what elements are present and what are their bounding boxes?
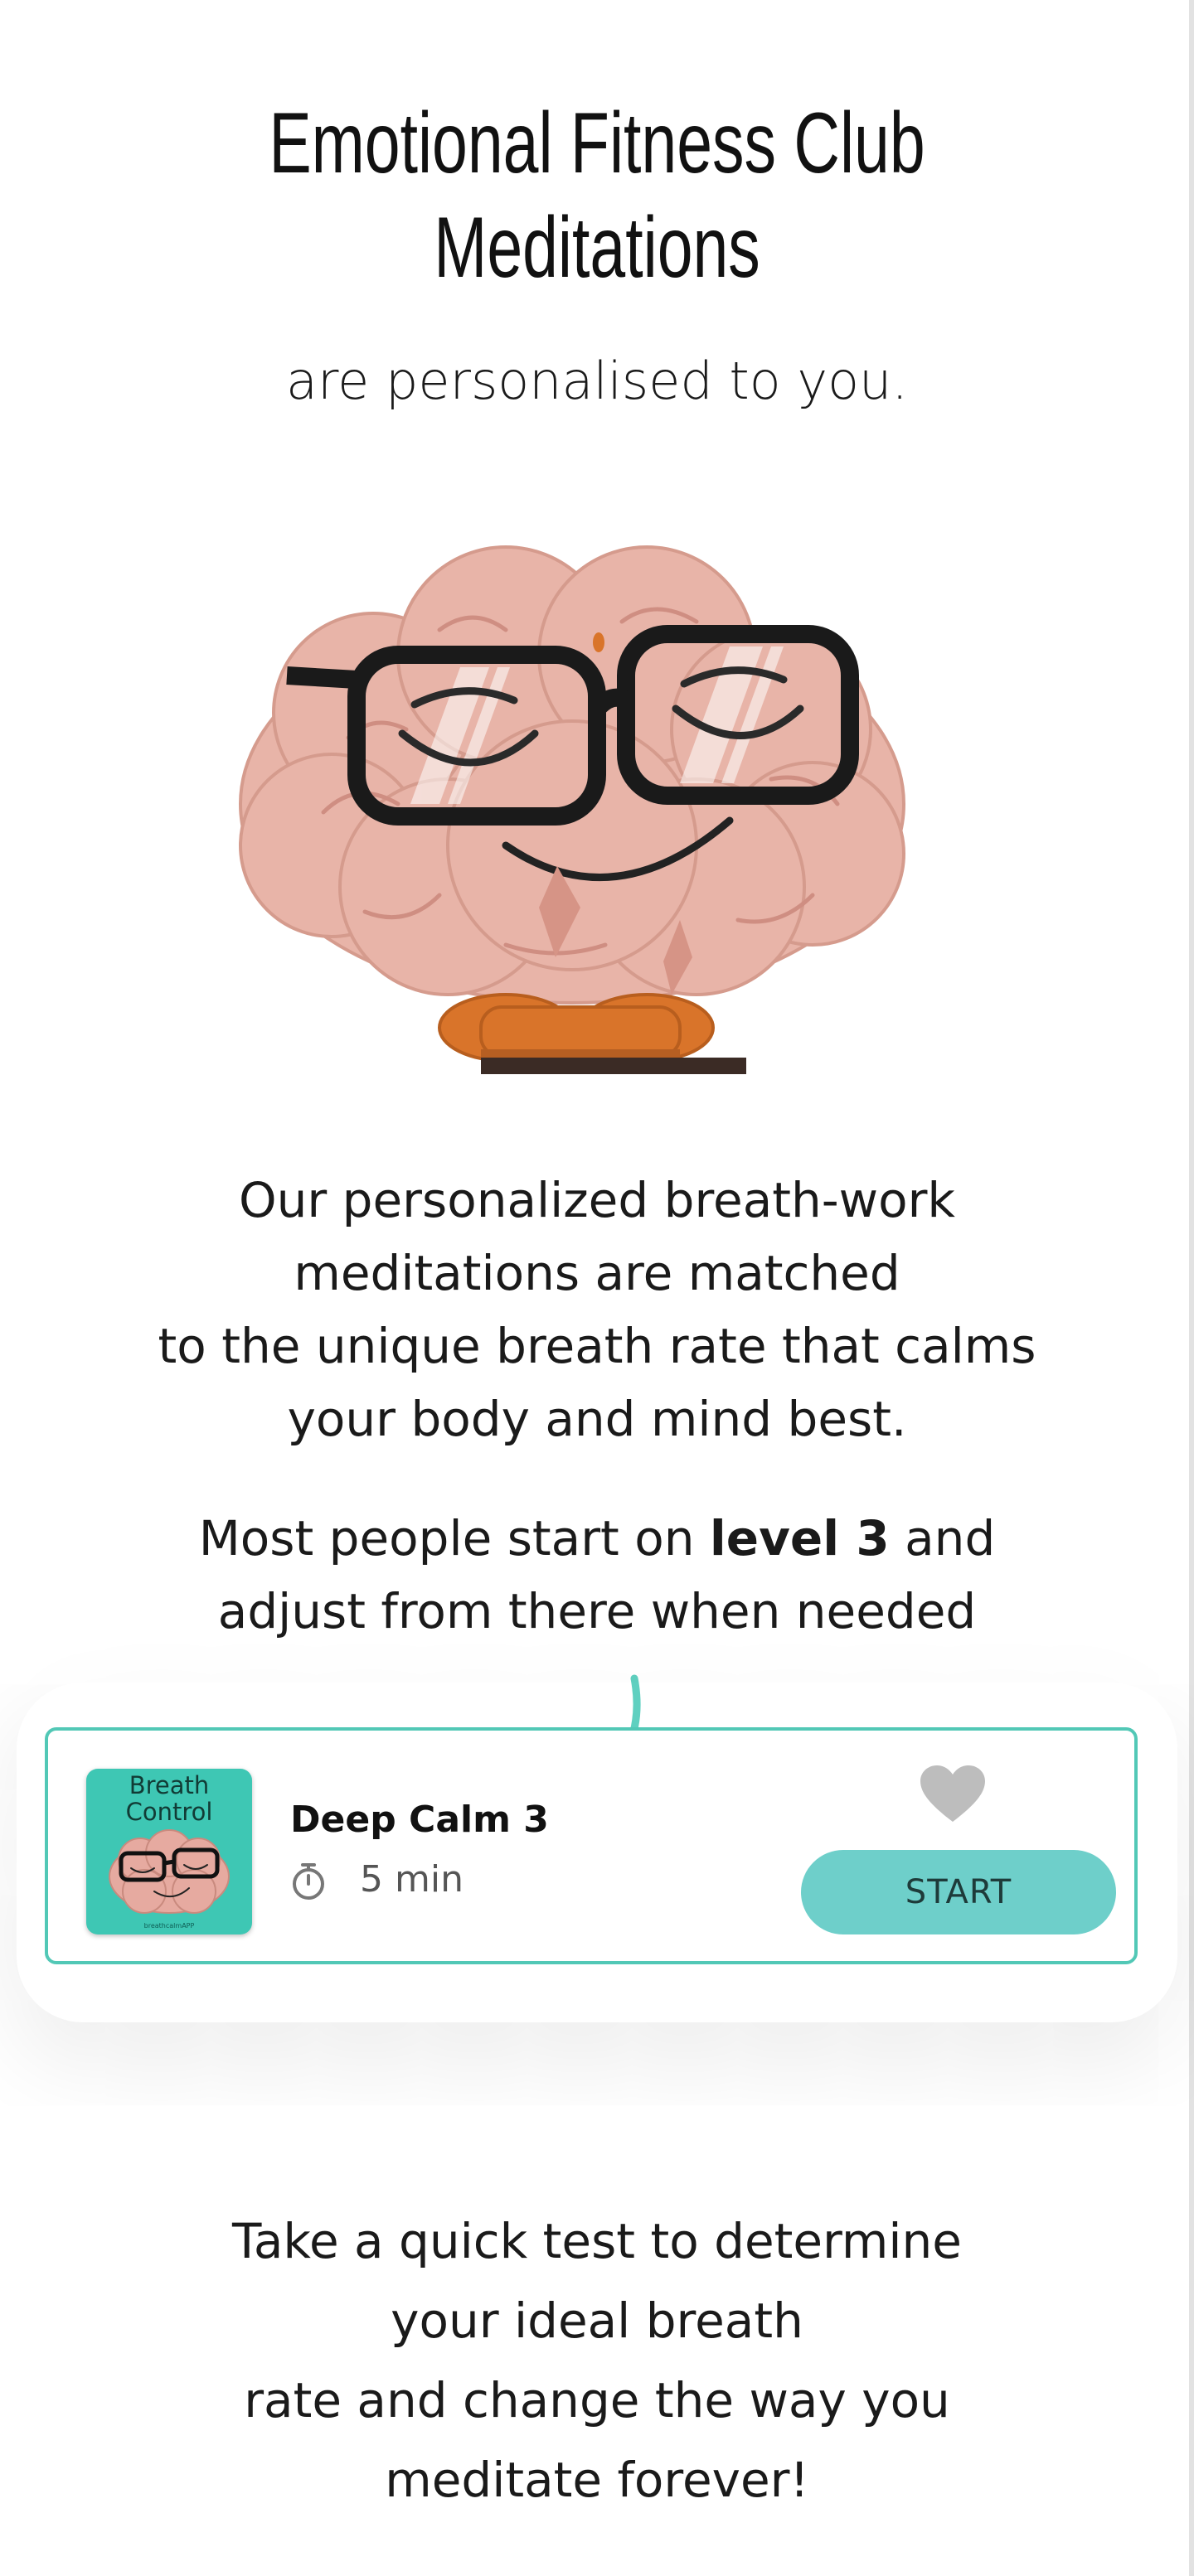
level-note-suffix: and [889,1510,996,1566]
level-note: Most people start on level 3 and adjust … [0,1502,1194,1648]
level-note-bold: level 3 [709,1510,890,1566]
start-button[interactable]: START [801,1850,1116,1934]
intro-line-2: meditations are matched [294,1245,900,1301]
level-note-prefix: Most people start on [198,1510,710,1566]
intro-line-1: Our personalized breath-work [238,1172,956,1228]
thumbnail-brand: breathcalmAPP [143,1922,195,1930]
meditation-thumbnail: Breath Control breathcalmAPP [86,1769,252,1934]
heart-icon[interactable] [920,1765,985,1823]
title-line-1: Emotional Fitness Club [269,95,925,191]
title-line-2: Meditations [434,200,760,296]
mat-base [481,1049,680,1058]
cta-paragraph: Take a quick test to determine your idea… [0,2201,1194,2520]
cta-line-3: rate and change the way you [244,2372,950,2428]
cta-line-2: your ideal breath [391,2293,803,2349]
mat-floor [481,1058,746,1074]
cta-line-4: meditate forever! [385,2452,809,2508]
thumbnail-title: Breath Control [86,1772,252,1825]
meditation-duration: 5 min [360,1858,464,1901]
intro-line-4: your body and mind best. [287,1391,907,1447]
intro-paragraph: Our personalized breath-work meditations… [0,1164,1194,1455]
page-subtitle: are personalised to you. [285,351,909,411]
meditation-title[interactable]: Deep Calm 3 [290,1799,549,1841]
level-note-line-2: adjust from there when needed [217,1583,977,1639]
page-title: Emotional Fitness Club Meditations [155,91,1039,300]
thumbnail-line-2: Control [125,1798,213,1826]
thumbnail-line-1: Breath [129,1771,210,1799]
intro-line-3: to the unique breath rate that calms [158,1318,1036,1374]
cta-line-1: Take a quick test to determine [232,2213,962,2269]
stopwatch-icon [293,1863,324,1900]
meditating-brain-illustration [239,545,905,1074]
brain-body [239,545,905,1005]
meditation-card[interactable]: Breath Control breathcalmAPP Deep Calm 3… [45,1727,1138,1964]
level-note-line-1: Most people start on level 3 and [0,1502,1194,1575]
thumbnail-brain-icon [109,1829,230,1914]
